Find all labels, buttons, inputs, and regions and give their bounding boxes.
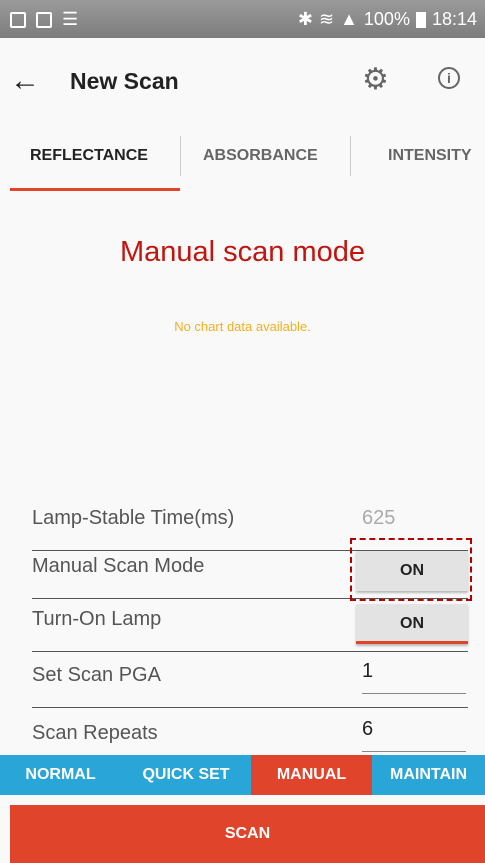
scan-pga-label: Set Scan PGA [32, 664, 161, 686]
signal-icon: ▲ [340, 9, 358, 29]
app-bar: ← New Scan ⚙ i [0, 38, 485, 128]
scan-content: Manual scan mode No chart data available… [0, 192, 485, 755]
tab-divider [180, 136, 181, 176]
arrow-left-icon[interactable]: ← [10, 64, 40, 98]
chart-empty-message: No chart data available. [174, 319, 311, 334]
row-divider [32, 707, 468, 708]
scan-repeats-input[interactable]: 6 [362, 718, 466, 752]
mode-tab-maintain[interactable]: MAINTAIN [372, 755, 485, 795]
battery-icon [415, 11, 426, 28]
battery-percent: 100% [363, 9, 410, 29]
row-divider [32, 651, 468, 652]
tab-absorbance[interactable]: ABSORBANCE [203, 128, 318, 192]
mode-tab-manual[interactable]: MANUAL [251, 755, 372, 795]
scan-pga-input[interactable]: 1 [362, 660, 466, 694]
mode-tab-quick-set[interactable]: QUICK SET [121, 755, 251, 795]
tab-bar: REFLECTANCE ABSORBANCE INTENSITY [0, 128, 485, 192]
lamp-stable-time-label: Lamp-Stable Time(ms) [32, 507, 235, 529]
turn-on-lamp-label: Turn-On Lamp [32, 608, 162, 630]
wifi-icon: ≋ [318, 9, 335, 29]
manual-scan-mode-label: Manual Scan Mode [32, 555, 205, 577]
highlight-box [350, 538, 472, 601]
tab-intensity[interactable]: INTENSITY [388, 128, 472, 192]
scan-pga-row: Set Scan PGA 1 [32, 654, 468, 708]
turn-on-lamp-row: Turn-On Lamp ON [32, 598, 468, 652]
status-bar: ☰ ✱ ≋ ▲ 100% 18:14 [0, 0, 485, 38]
tab-divider [350, 136, 351, 176]
gallery-notification-icon [10, 11, 26, 28]
status-right-icons: ✱ ≋ ▲ 100% 18:14 [298, 9, 477, 30]
clock: 18:14 [431, 9, 477, 29]
turn-on-lamp-toggle[interactable]: ON [356, 604, 468, 644]
bluetooth-icon: ✱ [297, 9, 313, 29]
info-icon[interactable]: i [438, 67, 460, 89]
list-notification-icon: ☰ [62, 9, 79, 29]
page-title: New Scan [70, 68, 179, 94]
mode-tab-normal[interactable]: NORMAL [0, 755, 121, 795]
lamp-stable-time-value[interactable]: 625 [362, 507, 395, 530]
tab-indicator [10, 188, 180, 191]
mode-title: Manual scan mode [119, 236, 366, 268]
mode-tab-bar: NORMAL QUICK SET MANUAL MAINTAIN [0, 755, 485, 795]
tab-reflectance[interactable]: REFLECTANCE [30, 128, 148, 192]
scan-repeats-label: Scan Repeats [32, 722, 158, 744]
status-left-icons: ☰ [10, 9, 78, 30]
scan-button[interactable]: SCAN [10, 805, 485, 863]
screenshot-notification-icon [36, 11, 52, 28]
gear-icon[interactable]: ⚙ [362, 62, 389, 97]
